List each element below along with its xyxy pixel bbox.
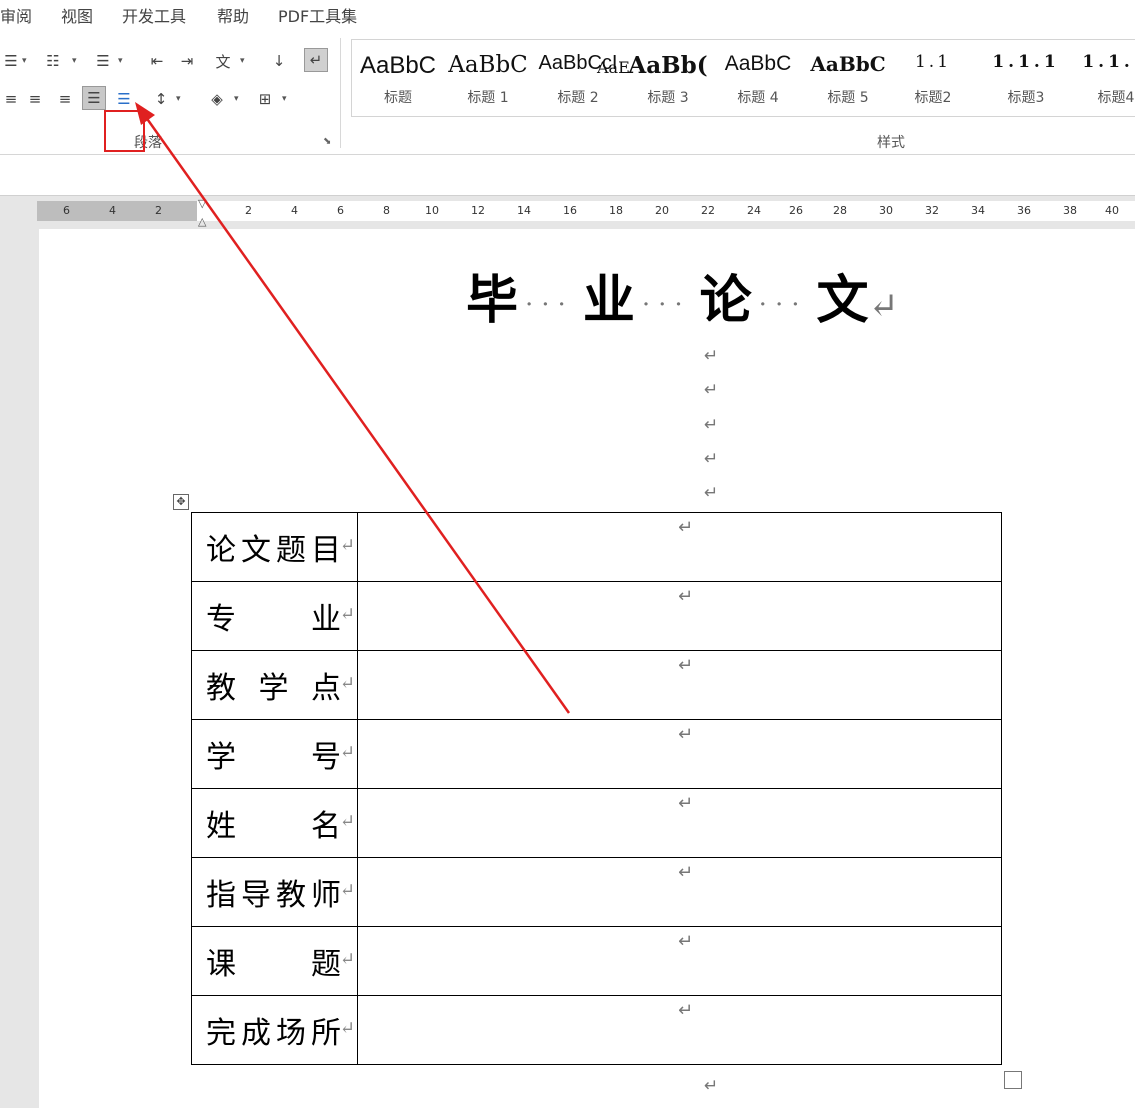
annotation-arrow bbox=[135, 102, 571, 714]
